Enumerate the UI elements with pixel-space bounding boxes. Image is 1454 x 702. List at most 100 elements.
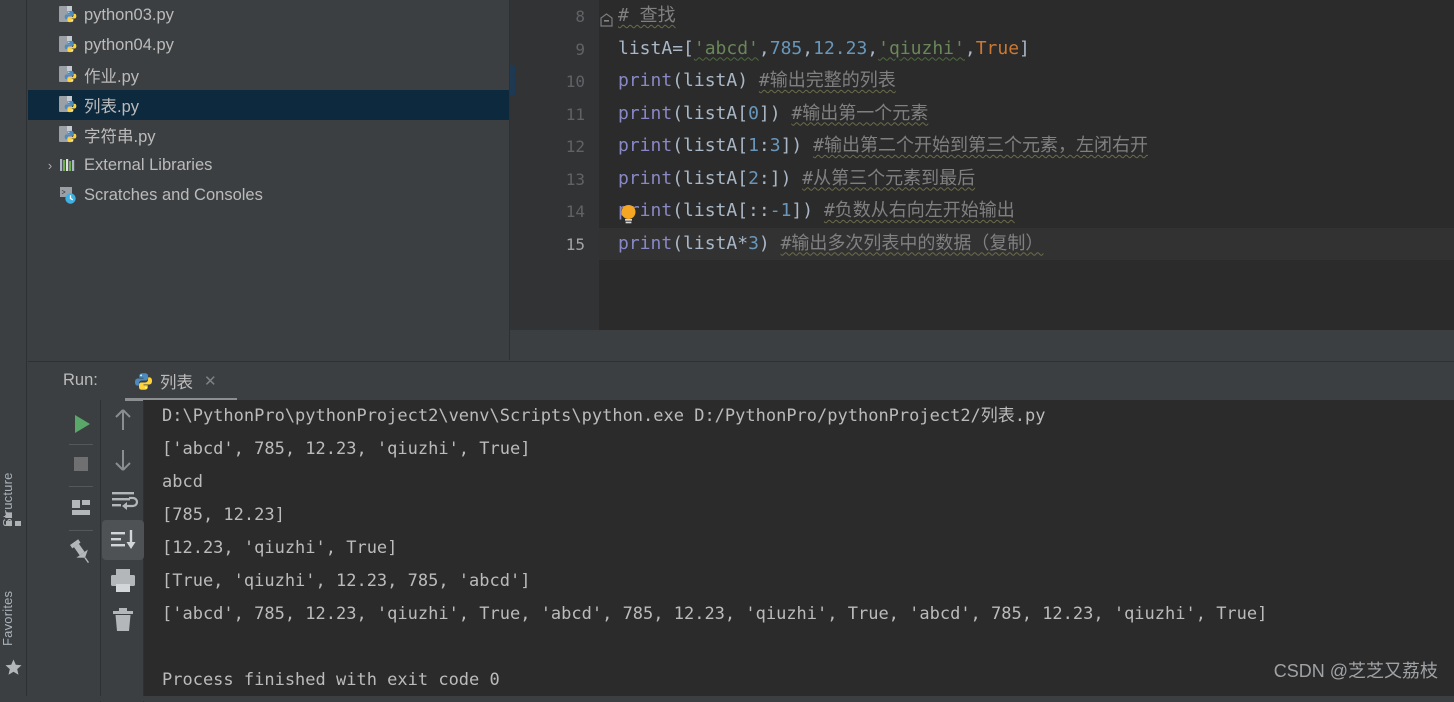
structure-icon[interactable] bbox=[4, 510, 23, 529]
run-toolbar-secondary[interactable] bbox=[102, 400, 144, 702]
code-token: , bbox=[867, 37, 879, 59]
code-line[interactable]: print(listA) #输出完整的列表 bbox=[599, 65, 1454, 98]
stop-button[interactable] bbox=[61, 444, 101, 484]
console-line: [785, 12.23] bbox=[162, 505, 285, 525]
close-icon[interactable]: ✕ bbox=[204, 374, 217, 389]
scratches-icon: > bbox=[58, 185, 78, 205]
tree-item-label: Scratches and Consoles bbox=[84, 185, 263, 204]
code-token: #输出完整的列表 bbox=[758, 70, 896, 91]
code-token: #从第三个元素到最后 bbox=[802, 167, 976, 189]
run-toolbar-primary[interactable] bbox=[61, 400, 101, 702]
code-token: listA bbox=[683, 232, 738, 254]
scroll-to-end-button[interactable] bbox=[102, 520, 144, 560]
soft-wrap-button[interactable] bbox=[102, 480, 144, 520]
watermark: CSDN @芝芝又荔枝 bbox=[1273, 661, 1438, 681]
line-number: 15 bbox=[565, 234, 585, 254]
pycharm-window: Structure Favorites python03.py python04… bbox=[0, 0, 1454, 702]
code-line[interactable]: print(listA[2:]) #从第三个元素到最后 bbox=[599, 163, 1454, 196]
tree-item-label: 字符串.py bbox=[84, 128, 156, 146]
svg-text:>: > bbox=[62, 190, 66, 198]
code-line[interactable]: listA=['abcd',785,12.23,'qiuzhi',True] bbox=[599, 33, 1454, 66]
code-line[interactable]: # 查找 bbox=[599, 0, 1454, 33]
tree-item[interactable]: > Scratches and Consoles bbox=[28, 180, 509, 210]
code-token: print bbox=[618, 232, 673, 254]
up-stacktrace-button[interactable] bbox=[102, 400, 144, 440]
tree-item[interactable]: python04.py bbox=[28, 30, 509, 60]
code-token: #输出第二个开始到第三个元素，左闭右开 bbox=[813, 135, 1148, 156]
tool-window-button-favorites[interactable]: Favorites bbox=[0, 572, 27, 664]
code-token: listA bbox=[683, 200, 738, 221]
code-token: 3 bbox=[748, 232, 759, 254]
code-token: ( bbox=[672, 232, 684, 254]
line-number: 13 bbox=[565, 169, 585, 189]
console-line: D:\PythonPro\pythonProject2\venv\Scripts… bbox=[162, 406, 1046, 426]
tree-item[interactable]: python03.py bbox=[28, 0, 509, 30]
code-token: listA bbox=[683, 102, 738, 124]
run-console-output[interactable]: D:\PythonPro\pythonProject2\venv\Scripts… bbox=[144, 400, 1454, 701]
code-token: ( bbox=[672, 167, 684, 189]
console-line: [12.23, 'qiuzhi', True] bbox=[162, 538, 398, 558]
code-token: : bbox=[758, 135, 770, 156]
code-line[interactable]: print(listA[1:3]) #输出第二个开始到第三个元素，左闭右开 bbox=[599, 130, 1454, 163]
tree-item[interactable]: › External Libraries bbox=[28, 150, 509, 180]
code-token: [:: bbox=[737, 200, 770, 221]
lightbulb-icon[interactable] bbox=[620, 204, 637, 225]
code-token: listA bbox=[683, 135, 738, 156]
editor-code-area[interactable]: # 查找 listA=['abcd',785,12.23,'qiuzhi',Tru… bbox=[599, 0, 1454, 330]
line-number: 8 bbox=[575, 7, 585, 26]
code-token: print bbox=[618, 135, 673, 156]
tree-item[interactable]: 字符串.py bbox=[28, 120, 509, 150]
run-tool-window: Run: 列表 ✕ D:\PythonPro\pythonProject2\ve… bbox=[28, 361, 1454, 702]
tree-item-label: 作业.py bbox=[84, 68, 140, 86]
restore-layout-button[interactable] bbox=[61, 488, 101, 528]
code-line[interactable]: print(listA[0]) #输出第一个元素 bbox=[599, 98, 1454, 131]
code-token: , bbox=[964, 37, 976, 59]
code-fold-icon[interactable] bbox=[600, 6, 613, 27]
code-token: #输出多次列表中的数据（复制） bbox=[780, 232, 1044, 254]
tree-item-label: 列表.py bbox=[84, 98, 140, 116]
star-icon[interactable] bbox=[4, 658, 23, 677]
tree-item[interactable]: 列表.py bbox=[28, 90, 509, 120]
code-token: , bbox=[802, 37, 814, 59]
code-token: #负数从右向左开始输出 bbox=[823, 200, 1015, 221]
project-tree[interactable]: python03.py python04.py 作业.py 列表.py 字符串.… bbox=[28, 0, 510, 360]
chevron-right-icon[interactable]: › bbox=[42, 158, 58, 173]
run-tab-name: 列表 bbox=[160, 374, 193, 392]
printer-icon[interactable] bbox=[102, 560, 144, 600]
code-token: 3 bbox=[769, 135, 781, 156]
console-line: ['abcd', 785, 12.23, 'qiuzhi', True, 'ab… bbox=[162, 604, 1268, 624]
code-token: 785 bbox=[769, 37, 803, 59]
editor-bottom-strip bbox=[510, 330, 1454, 360]
console-line: [True, 'qiuzhi', 12.23, 785, 'abcd'] bbox=[162, 571, 531, 591]
run-configuration-tab[interactable]: 列表 ✕ bbox=[124, 362, 227, 400]
code-token: ) bbox=[737, 70, 749, 91]
code-token: ] bbox=[1019, 37, 1030, 59]
trash-icon[interactable] bbox=[102, 600, 144, 640]
tree-item-label: External Libraries bbox=[84, 155, 213, 174]
rerun-button[interactable] bbox=[61, 404, 101, 444]
tool-window-button-structure[interactable]: Structure bbox=[0, 455, 27, 545]
code-token: listA bbox=[683, 167, 738, 189]
editor-gutter[interactable]: 8 9 10 11 12 13 14 15 bbox=[510, 0, 599, 330]
tree-item[interactable]: 作业.py bbox=[28, 60, 509, 90]
code-token: 12.23 bbox=[813, 37, 868, 59]
python-file-icon bbox=[58, 35, 78, 55]
code-token: 'abcd' bbox=[693, 37, 759, 59]
code-token: True bbox=[975, 37, 1020, 59]
code-token: * bbox=[737, 232, 749, 254]
down-stacktrace-button[interactable] bbox=[102, 440, 144, 480]
code-line[interactable]: print(listA*3) #输出多次列表中的数据（复制） bbox=[599, 227, 1454, 260]
tree-item-label: python03.py bbox=[84, 5, 174, 24]
pin-tab-button[interactable] bbox=[61, 532, 101, 572]
code-line[interactable]: print(listA[::-1]) #负数从右向左开始输出 bbox=[599, 195, 1454, 228]
code-token: = bbox=[672, 37, 684, 59]
code-editor[interactable]: 8 9 10 11 12 13 14 15 # 查找 listA=['abcd',785,12.… bbox=[510, 0, 1454, 360]
code-token: ( bbox=[672, 135, 684, 156]
